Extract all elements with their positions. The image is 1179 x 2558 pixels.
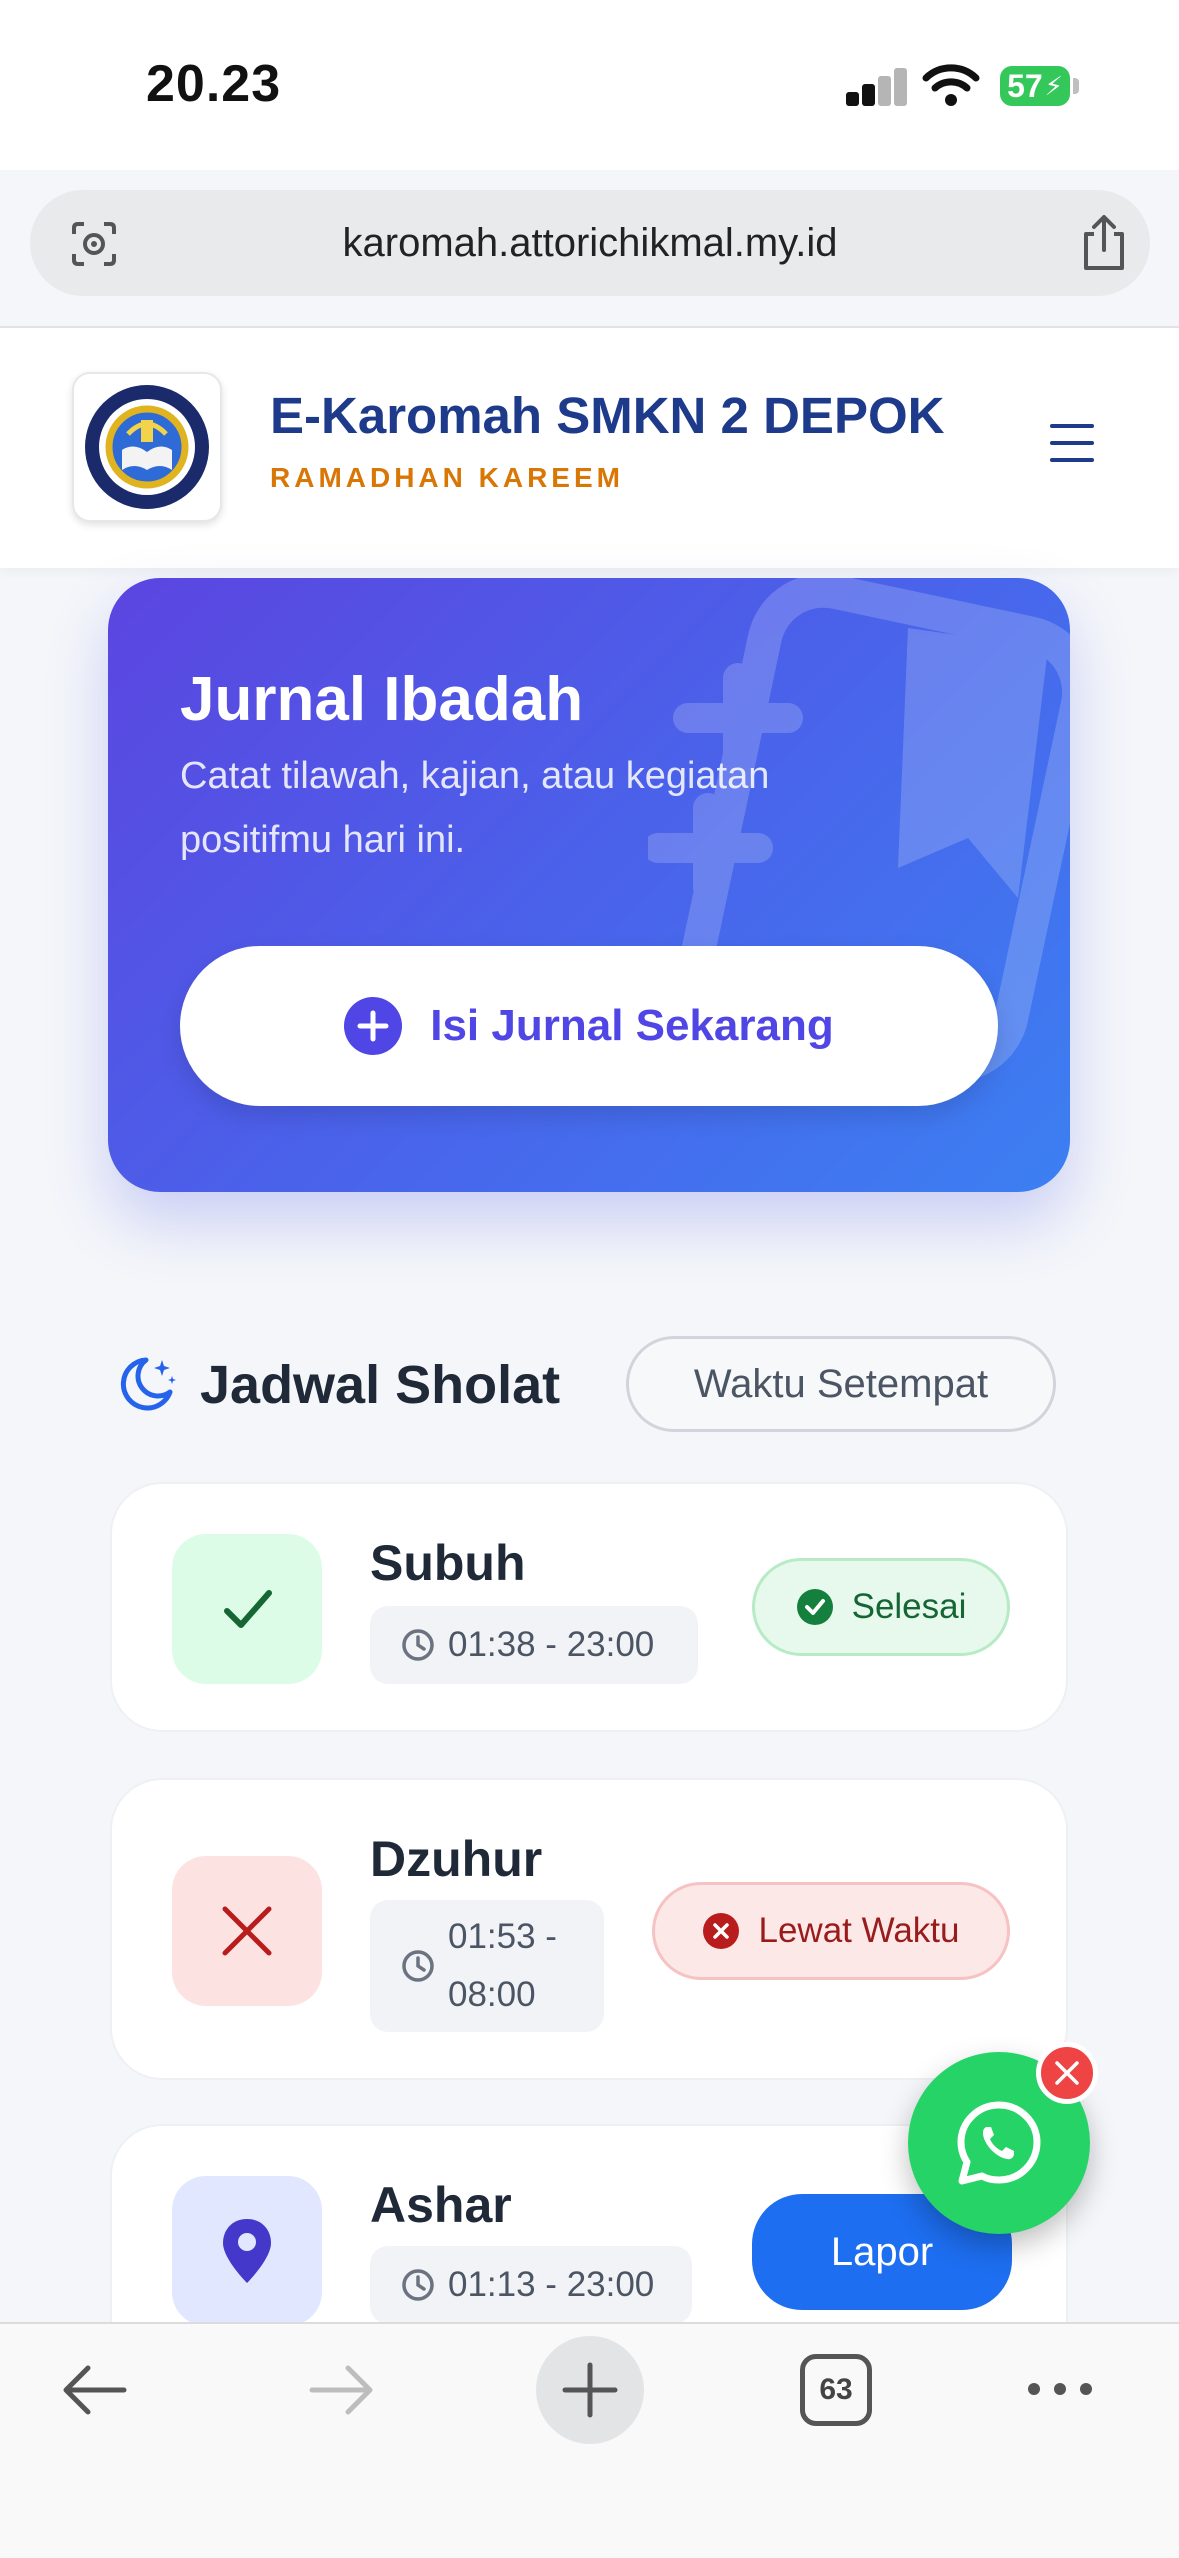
journal-hero-card: Jurnal Ibadah Catat tilawah, kajian, ata… [108, 578, 1070, 1192]
prayer-name: Ashar [370, 2177, 512, 2233]
url-text[interactable]: karomah.attorichikmal.my.id [30, 190, 1150, 296]
prayer-status-tile [172, 2176, 322, 2326]
hero-description: Catat tilawah, kajian, atau kegiatan pos… [180, 755, 770, 861]
time-mode-pill[interactable]: Waktu Setempat [626, 1336, 1056, 1432]
clock-icon [402, 2269, 434, 2301]
tab-count: 63 [819, 2373, 853, 2406]
menu-icon [1050, 424, 1094, 428]
new-tab-button[interactable] [536, 2336, 644, 2444]
status-time: 20.23 [146, 55, 282, 113]
prayer-time: 01:53 - 08:00 [448, 1908, 557, 2024]
hero-title: Jurnal Ibadah [180, 665, 584, 734]
prayer-status-tile [172, 1856, 322, 2006]
whatsapp-icon [957, 2101, 1041, 2185]
prayer-status-tile [172, 1534, 322, 1684]
prayer-time: 01:13 - 23:00 [448, 2265, 655, 2304]
prayer-name: Subuh [370, 1535, 526, 1591]
prayer-time-chip: 01:38 - 23:00 [370, 1606, 698, 1684]
clock-icon [402, 1950, 434, 1982]
moon-stars-icon [120, 1357, 176, 1411]
fill-journal-label: Isi Jurnal Sekarang [430, 1001, 834, 1050]
status-bar: 20.23 57 ⚡ [0, 0, 1179, 170]
school-logo[interactable] [72, 372, 222, 522]
signal-icon [846, 66, 907, 106]
battery-level: 57 [1007, 67, 1043, 104]
battery-tip [1073, 78, 1079, 94]
prayer-card-subuh: Subuh 01:38 - 23:00 Selesai [110, 1482, 1068, 1732]
status-label: Selesai [851, 1587, 967, 1626]
status-badge-missed: Lewat Waktu [652, 1882, 1010, 1980]
fill-journal-button[interactable]: Isi Jurnal Sekarang [180, 946, 998, 1106]
prayer-card-dzuhur: Dzuhur 01:53 - 08:00 Lewat Waktu [110, 1778, 1068, 2080]
visual-lookup-icon[interactable] [66, 216, 122, 272]
location-pin-icon [223, 2219, 271, 2283]
check-icon [224, 1590, 272, 1628]
app-subtitle: RAMADHAN KAREEM [270, 462, 624, 493]
share-icon[interactable] [1076, 212, 1132, 274]
wifi-icon [922, 64, 980, 106]
check-circle-icon [796, 1589, 833, 1625]
forward-arrow-icon[interactable] [306, 2358, 378, 2422]
tabs-button[interactable]: 63 [800, 2354, 872, 2426]
school-emblem-icon [85, 385, 209, 509]
prayer-time-chip: 01:13 - 23:00 [370, 2246, 692, 2324]
back-arrow-icon[interactable] [58, 2358, 130, 2422]
prayer-time-start: 01:53 - [448, 1917, 557, 1956]
section-title: Jadwal Sholat [200, 1355, 561, 1415]
close-icon [1055, 2061, 1079, 2085]
close-x-icon [222, 1906, 272, 1956]
battery-indicator: 57 ⚡ [1000, 66, 1070, 106]
prayer-time-end: 08:00 [448, 1975, 536, 2014]
report-label: Lapor [830, 2229, 934, 2274]
clock-icon [402, 1629, 434, 1661]
plus-circle-icon [344, 997, 403, 1055]
app-title: E-Karomah SMKN 2 DEPOK [270, 387, 945, 444]
plus-icon [562, 2362, 618, 2418]
status-badge-done: Selesai [752, 1558, 1010, 1656]
prayer-time-chip: 01:53 - 08:00 [370, 1900, 604, 2032]
more-options-icon[interactable] [1024, 2374, 1096, 2404]
status-label: Lewat Waktu [758, 1911, 960, 1950]
charging-icon: ⚡ [1044, 70, 1063, 101]
whatsapp-close-button[interactable] [1036, 2042, 1098, 2104]
x-circle-icon [703, 1913, 740, 1949]
prayer-time: 01:38 - 23:00 [448, 1625, 655, 1664]
hamburger-menu-button[interactable] [1046, 420, 1098, 466]
address-bar[interactable]: karomah.attorichikmal.my.id [30, 190, 1150, 296]
prayer-name: Dzuhur [370, 1831, 543, 1887]
